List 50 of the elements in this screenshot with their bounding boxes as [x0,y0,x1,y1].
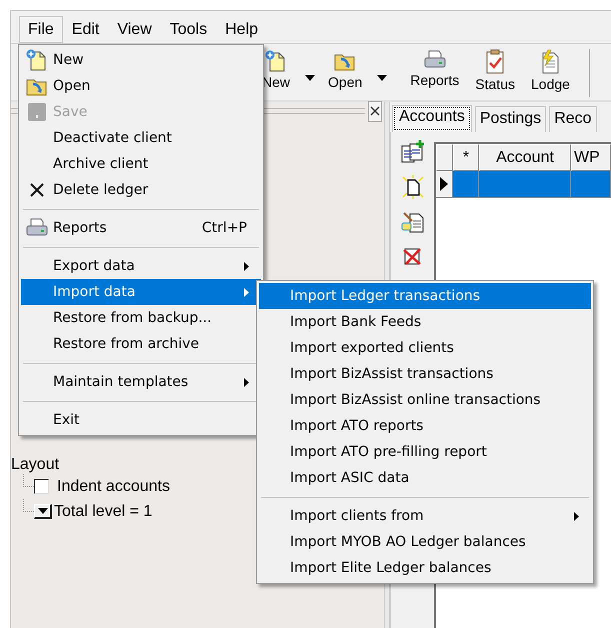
menu-item[interactable]: Archive client [21,151,261,177]
menu-item[interactable]: Import clients from [259,503,591,529]
menu-item[interactable]: View [108,16,161,43]
tree-node[interactable]: Layout [11,456,60,474]
row-pointer-icon [440,177,448,191]
document-sparkle-icon [400,175,424,199]
menu-item[interactable]: Export data [21,253,261,279]
row-header[interactable] [436,171,453,198]
menu-item[interactable]: Deactivate client [21,125,261,151]
toolbar-button[interactable]: Open [325,49,366,90]
column-header[interactable]: * [453,144,479,171]
dropdown-button[interactable] [34,504,52,519]
menu-item[interactable]: Import ATO pre-filling report [259,439,591,465]
close-icon[interactable] [368,100,382,122]
menu-item[interactable]: Import ASIC data [259,465,591,491]
menu-item[interactable]: Open [21,73,261,99]
tree-item-label: Total level = 1 [54,502,152,520]
menu-item[interactable]: Reports Ctrl+P [21,215,261,241]
menu-item[interactable]: Tools [160,16,216,43]
menu-item[interactable]: Import data [21,279,261,305]
clipboard-check-icon [484,49,506,75]
menu-item[interactable]: Import Elite Ledger balances [259,555,591,581]
tree-item-label: Indent accounts [57,478,170,496]
menu-item[interactable]: Import ATO reports [259,413,591,439]
menu-item[interactable]: New [21,47,261,73]
column-header[interactable]: Account [479,144,571,171]
dropdown-arrow-icon[interactable] [305,75,316,81]
caret-icon [38,508,48,514]
checkbox[interactable] [34,479,49,494]
document-pencil-icon [400,210,424,234]
menu-item[interactable]: Import MYOB AO Ledger balances [259,529,591,555]
menu-item[interactable]: Import BizAssist online transactions [259,387,591,413]
toolbar-button[interactable]: Status [472,49,518,92]
dropdown-arrow-icon[interactable] [377,75,388,81]
tab[interactable]: Reco [549,106,597,132]
menu-item[interactable]: File [19,16,63,43]
menu-item[interactable]: Help [216,16,268,43]
toolbar-button[interactable]: Reports [407,49,462,88]
column-header[interactable]: WP [571,144,611,171]
menu-item[interactable]: Import Bank Feeds [259,309,591,335]
x-icon [28,181,46,199]
toolbar-button[interactable]: Lodge [528,49,573,92]
menu-item[interactable]: Import exported clients [259,335,591,361]
menu-item[interactable]: Delete ledger [21,177,261,203]
menu-item[interactable]: Import BizAssist transactions [259,361,591,387]
menu-item[interactable]: Import Ledger transactions [259,283,591,309]
copy-document-plus-icon [400,140,426,164]
menu-item[interactable]: Edit [62,16,108,43]
tab[interactable]: Postings [474,106,546,132]
tab[interactable]: Accounts [392,105,472,132]
